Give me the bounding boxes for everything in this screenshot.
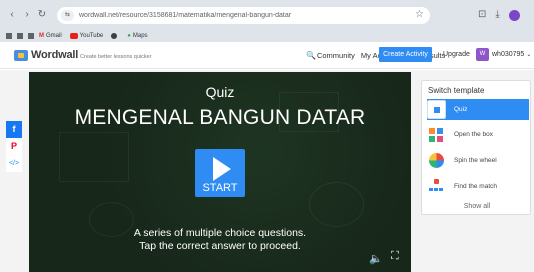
spin-the-wheel-thumbnail-icon: [427, 151, 446, 170]
user-name: wh030795: [492, 51, 525, 58]
start-label: START: [202, 182, 238, 194]
browser-actions: ⊡ ⤓: [478, 9, 520, 21]
template-label: Spin the wheel: [454, 157, 497, 164]
bookmark-youtube[interactable]: YouTube: [69, 33, 104, 39]
tab-search-icon[interactable]: ⊡: [478, 9, 486, 21]
youtube-icon: [69, 33, 78, 39]
switch-template-title: Switch template: [428, 86, 485, 95]
game-description: A series of multiple choice questions. T…: [29, 227, 411, 253]
template-open-the-box[interactable]: Open the box: [427, 124, 529, 145]
sound-icon[interactable]: 🔈: [369, 252, 383, 265]
download-icon[interactable]: ⤓: [495, 9, 499, 21]
back-icon[interactable]: ‹: [6, 8, 18, 22]
wordwall-logo-icon: [14, 49, 28, 61]
profile-avatar[interactable]: [508, 9, 520, 21]
bookmark-gmail[interactable]: M Gmail: [39, 33, 62, 39]
bookmark-maps[interactable]: ● Maps: [127, 33, 147, 39]
site-header: Wordwall Create better lessons quicker 🔍…: [0, 42, 534, 69]
share-strip: f P </>: [6, 121, 22, 172]
tagline: Create better lessons quicker: [80, 54, 152, 60]
site-info-icon[interactable]: ⇆: [61, 10, 74, 21]
background-decoration: [59, 132, 129, 182]
browser-toolbar: ‹ › ↻ ⇆ wordwall.net/resource/3158681/ma…: [0, 0, 534, 30]
open-the-box-thumbnail-icon: [427, 125, 446, 144]
chevron-down-icon: ⌄: [526, 52, 532, 58]
bookmark-globe[interactable]: [111, 33, 119, 39]
pinterest-share-icon[interactable]: P: [6, 138, 22, 155]
globe-icon: [111, 33, 118, 39]
start-button[interactable]: START: [195, 149, 245, 197]
game-type-label: Quiz: [205, 84, 235, 100]
show-all-link[interactable]: Show all: [422, 203, 532, 210]
gmail-icon: M: [39, 33, 44, 39]
bookmark-label: Maps: [132, 33, 148, 39]
template-label: Open the box: [454, 131, 494, 138]
search-icon[interactable]: 🔍: [306, 51, 316, 60]
create-activity-button[interactable]: Create Activity: [379, 47, 432, 62]
apps-icon[interactable]: [6, 33, 12, 39]
template-label: Find the match: [454, 183, 497, 190]
bookmark-label: Gmail: [46, 33, 62, 39]
address-bar[interactable]: ⇆ wordwall.net/resource/3158681/matemati…: [57, 7, 430, 24]
fullscreen-icon[interactable]: ⛶: [391, 250, 399, 263]
nav-community[interactable]: Community: [317, 51, 355, 60]
user-menu[interactable]: W wh030795 ⌄: [476, 48, 531, 61]
bookmarks-bar: M Gmail YouTube ● Maps: [0, 30, 534, 42]
game-canvas[interactable]: Quiz MENGENAL BANGUN DATAR START A serie…: [29, 72, 411, 272]
switch-template-panel: Switch template Quiz Open the box Spin t…: [421, 80, 531, 215]
template-label: Quiz: [454, 106, 468, 113]
template-spin-the-wheel[interactable]: Spin the wheel: [427, 150, 529, 171]
game-title: MENGENAL BANGUN DATAR: [74, 106, 366, 129]
apps-icon-3[interactable]: [28, 33, 34, 39]
url-text[interactable]: wordwall.net/resource/3158681/matematika…: [79, 12, 379, 19]
maps-icon: ●: [127, 33, 131, 39]
upgrade-link[interactable]: Upgrade: [443, 51, 470, 58]
bookmark-star-icon[interactable]: ☆: [415, 9, 424, 20]
description-line-1: A series of multiple choice questions.: [133, 227, 307, 239]
logo-text: Wordwall: [31, 49, 79, 61]
find-the-match-thumbnail-icon: [427, 177, 446, 196]
description-line-2: Tap the correct answer to proceed.: [139, 240, 301, 252]
play-icon: [213, 157, 231, 181]
forward-icon[interactable]: ›: [21, 8, 33, 22]
reload-icon[interactable]: ↻: [36, 8, 48, 22]
wordwall-logo[interactable]: Wordwall: [14, 49, 78, 61]
quiz-thumbnail-icon: [427, 100, 446, 119]
template-find-the-match[interactable]: Find the match: [427, 176, 529, 197]
apps-icon-2[interactable]: [17, 33, 23, 39]
background-decoration: [309, 182, 364, 227]
user-avatar: W: [476, 48, 489, 61]
template-quiz[interactable]: Quiz: [427, 99, 529, 120]
facebook-share-icon[interactable]: f: [6, 121, 22, 138]
embed-icon[interactable]: </>: [6, 155, 22, 172]
bookmark-label: YouTube: [79, 33, 104, 39]
